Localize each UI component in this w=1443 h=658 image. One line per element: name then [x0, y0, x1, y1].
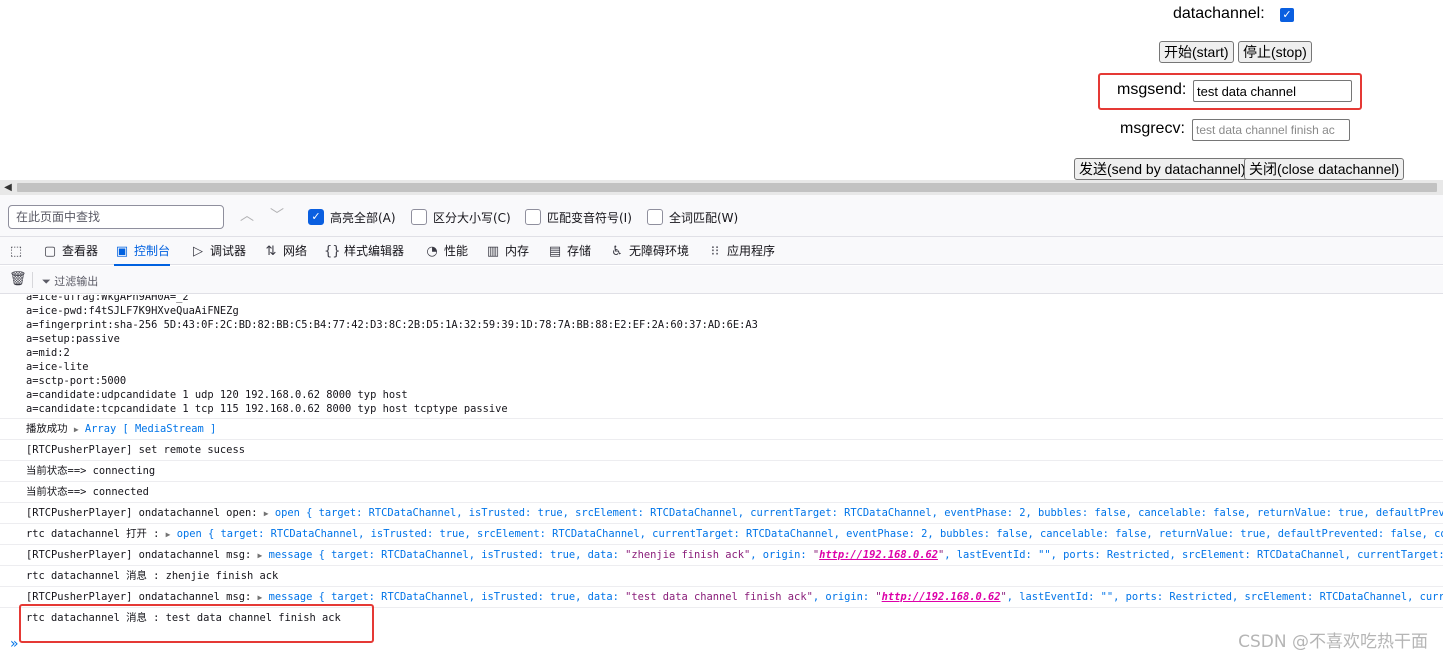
accessibility-icon: ♿ [611, 244, 623, 259]
style-editor-icon: {} [324, 244, 341, 259]
object-preview[interactable]: Array [ MediaStream ] [85, 423, 216, 435]
console-message: rtc datachannel 打开 : ▶ open { target: RT… [0, 523, 1443, 544]
sdp-line: a=candidate:tcpcandidate 1 tcp 115 192.1… [26, 403, 508, 415]
find-bar: ︿ ﹀ ✓ 高亮全部(A) 区分大小写(C) 匹配变音符号(I) 全词匹配(W) [0, 195, 1443, 237]
expand-triangle-icon[interactable]: ▶ [257, 551, 262, 560]
sdp-line: a=mid:2 [26, 347, 70, 359]
checkbox-icon[interactable] [647, 209, 663, 225]
scroll-left-icon[interactable]: ◀ [0, 180, 16, 195]
sdp-line: a=sctp-port:5000 [26, 375, 127, 387]
horizontal-scrollbar[interactable]: ◀ [0, 180, 1443, 195]
divider [32, 272, 33, 288]
console-message: [RTCPusherPlayer] ondatachannel msg: ▶ m… [0, 544, 1443, 565]
devtools-toolbar: ⬚ ▢ 查看器 ▣ 控制台 ▷ 调试器 ⇅ 网络 {} 样式编辑器 ◔ 性能 ▥ 内存 ▤ 存储… [0, 237, 1443, 266]
match-case-option[interactable]: 区分大小写(C) [411, 208, 511, 226]
console-message: [RTCPusherPlayer] set remote sucess [0, 439, 1443, 460]
tab-memory[interactable]: ▥ 内存 [485, 237, 529, 265]
msgsend-label: msgsend: [1117, 81, 1187, 98]
received-message-highlight-box [19, 604, 374, 643]
tab-performance[interactable]: ◔ 性能 [424, 237, 468, 265]
origin-link[interactable]: http://192.168.0.62 [819, 549, 938, 561]
tab-style-editor[interactable]: {} 样式编辑器 [324, 237, 404, 265]
tab-application[interactable]: ⁝⁝ 应用程序 [707, 237, 775, 265]
option-label: 匹配变音符号(I) [547, 210, 632, 225]
expand-triangle-icon[interactable]: ▶ [257, 593, 262, 602]
datachannel-label: datachannel: [1173, 5, 1265, 22]
tab-storage[interactable]: ▤ 存储 [547, 237, 591, 265]
console-message: 当前状态==> connecting [0, 460, 1443, 481]
scrollbar-thumb[interactable] [17, 183, 1437, 192]
stop-button[interactable]: 停止(stop) [1238, 41, 1312, 63]
expand-triangle-icon[interactable]: ▶ [74, 425, 79, 434]
network-icon: ⇅ [265, 244, 277, 259]
datachannel-checkbox[interactable]: ✓ [1280, 8, 1294, 22]
checkbox-checked-icon[interactable]: ✓ [308, 209, 324, 225]
tab-network[interactable]: ⇅ 网络 [263, 237, 307, 265]
find-previous-icon[interactable]: ︿ [236, 206, 258, 226]
console-message: 当前状态==> connected [0, 481, 1443, 502]
option-label: 全词匹配(W) [669, 210, 739, 225]
sdp-line: a=setup:passive [26, 333, 120, 345]
debugger-icon: ▷ [193, 244, 203, 259]
option-label: 高亮全部(A) [330, 210, 396, 225]
tab-accessibility[interactable]: ♿ 无障碍环境 [609, 237, 689, 265]
tab-console[interactable]: ▣ 控制台 [114, 237, 171, 266]
start-button[interactable]: 开始(start) [1159, 41, 1234, 63]
tab-debugger[interactable]: ▷ 调试器 [190, 237, 246, 265]
console-output: a=ice-ufrag:WkgAPn9AH0A=_2 a=ice-pwd:f4t… [0, 295, 1443, 658]
console-icon: ▣ [115, 244, 129, 259]
close-button[interactable]: 关闭(close datachannel) [1244, 158, 1405, 180]
sdp-line: a=ice-lite [26, 361, 89, 373]
find-next-icon[interactable]: ﹀ [266, 206, 288, 226]
sdp-line: a=ice-ufrag:WkgAPn9AH0A=_2 [26, 295, 189, 303]
msgsend-input[interactable] [1193, 80, 1352, 102]
option-label: 区分大小写(C) [433, 210, 511, 225]
send-button[interactable]: 发送(send by datachannel) [1074, 158, 1251, 180]
web-page: datachannel: ✓ 开始(start) 停止(stop) msgsen… [0, 0, 1443, 180]
performance-icon: ◔ [426, 244, 438, 259]
msgrecv-input[interactable] [1192, 119, 1350, 141]
match-diacritics-option[interactable]: 匹配变音符号(I) [525, 208, 632, 226]
filter-icon: ⏷ [42, 275, 55, 288]
find-input[interactable] [8, 205, 224, 229]
trash-icon[interactable]: 🗑 [9, 271, 27, 287]
msgrecv-label: msgrecv: [1120, 120, 1185, 137]
sdp-line: a=fingerprint:sha-256 5D:43:0F:2C:BD:82:… [26, 319, 758, 331]
highlight-all-option[interactable]: ✓ 高亮全部(A) [308, 208, 396, 226]
application-icon: ⁝⁝ [710, 244, 720, 259]
console-message: 播放成功 ▶ Array [ MediaStream ] [0, 418, 1443, 439]
event-object[interactable]: { target: RTCDataChannel, isTrusted: tru… [208, 528, 1443, 540]
console-prompt[interactable]: » [10, 636, 19, 652]
origin-link[interactable]: http://192.168.0.62 [882, 591, 1001, 603]
expand-triangle-icon[interactable]: ▶ [166, 530, 171, 539]
sdp-line: a=ice-pwd:f4tSJLF7K9HXveQuaAiFNEZg [26, 305, 239, 317]
inspector-icon: ▢ [43, 244, 57, 259]
csdn-watermark: CSDN @不喜欢吃热干面 [1238, 632, 1428, 652]
tab-inspector[interactable]: ▢ 查看器 [42, 237, 98, 265]
console-message: rtc datachannel 消息 : zhenjie finish ack [0, 565, 1443, 586]
storage-icon: ▤ [548, 244, 562, 259]
checkbox-icon[interactable] [525, 209, 541, 225]
event-object[interactable]: { target: RTCDataChannel, isTrusted: tru… [306, 507, 1443, 519]
sdp-line: a=candidate:udpcandidate 1 udp 120 192.1… [26, 389, 408, 401]
element-picker-icon[interactable]: ⬚ [8, 237, 26, 265]
memory-icon: ▥ [486, 244, 500, 259]
checkbox-icon[interactable] [411, 209, 427, 225]
console-message: [RTCPusherPlayer] ondatachannel open: ▶ … [0, 502, 1443, 523]
expand-triangle-icon[interactable]: ▶ [264, 509, 269, 518]
filter-output-input[interactable]: ⏷ 过滤输出 [42, 273, 98, 289]
console-toolbar: 🗑 ⏷ 过滤输出 [0, 266, 1443, 294]
whole-words-option[interactable]: 全词匹配(W) [647, 208, 738, 226]
